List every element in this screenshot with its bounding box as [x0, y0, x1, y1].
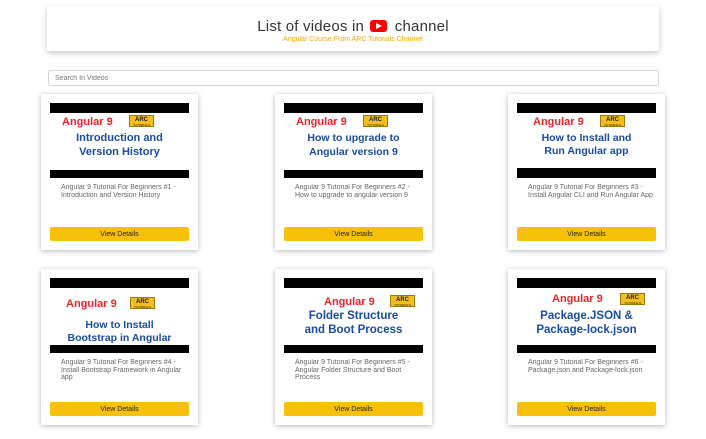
thumbnail-brand: Angular 9: [533, 116, 584, 128]
video-description: Angular 9 Tutorial For Beginners #6 - Pa…: [528, 359, 643, 374]
view-details-button[interactable]: View Details: [284, 402, 423, 416]
view-details-button[interactable]: View Details: [517, 402, 656, 416]
video-description: Angular 9 Tutorial For Beginners #3 - In…: [528, 184, 653, 199]
view-details-button[interactable]: View Details: [50, 227, 189, 241]
video-description: Angular 9 Tutorial For Beginners #2 - Ho…: [295, 184, 410, 199]
video-card: Angular 9 ARC TUTORIALS How to Install an…: [508, 94, 665, 250]
video-description: Angular 9 Tutorial For Beginners #1 - In…: [61, 184, 176, 199]
video-thumbnail[interactable]: Angular 9 ARC TUTORIALS Package.JSON & Pa…: [517, 278, 656, 353]
thumbnail-title-line: Angular version 9: [309, 146, 398, 158]
thumbnail-title-line: Bootstrap in Angular: [67, 332, 172, 344]
arc-logo: ARC TUTORIALS: [390, 295, 415, 307]
page-header: List of videos in channel Angular Course…: [47, 6, 659, 51]
video-thumbnail[interactable]: Angular 9 ARC TUTORIALS How to Install an…: [517, 103, 656, 178]
page-title: List of videos in channel: [47, 18, 659, 35]
page-title-text-start: List of videos in: [257, 18, 365, 35]
page-subtitle: Angular Course From ARC Tutorials Channe…: [283, 36, 423, 43]
video-card: Angular 9 ARC TUTORIALS How to upgrade to…: [275, 94, 432, 250]
search-input[interactable]: [48, 70, 659, 86]
arc-logo: ARC TUTORIALS: [600, 115, 625, 127]
thumbnail-title-line: and Boot Process: [304, 324, 403, 336]
video-card: Angular 9 ARC TUTORIALS Folder Structure …: [275, 269, 432, 425]
thumbnail-title-line: Run Angular app: [544, 145, 629, 157]
thumbnail-title-line: Version History: [79, 146, 160, 158]
thumbnail-title-line: Package.JSON &: [540, 310, 633, 322]
thumbnail-title-line: Introduction and: [76, 132, 163, 144]
thumbnail-title-line: Folder Structure: [308, 310, 399, 322]
page-title-text-end: channel: [394, 18, 449, 35]
view-details-button[interactable]: View Details: [50, 402, 189, 416]
youtube-icon: [370, 20, 388, 32]
thumbnail-title-line: How to Install and: [541, 132, 632, 144]
thumbnail-brand: Angular 9: [296, 116, 347, 128]
arc-logo: ARC TUTORIALS: [620, 293, 645, 305]
thumbnail-title-line: Package-lock.json: [536, 324, 637, 336]
thumbnail-brand: Angular 9: [324, 296, 375, 308]
arc-logo: ARC TUTORIALS: [129, 115, 154, 127]
video-description: Angular 9 Tutorial For Beginners #4 - In…: [61, 359, 182, 381]
video-thumbnail[interactable]: Angular 9 ARC TUTORIALS How to Install Bo…: [50, 278, 189, 353]
thumbnail-brand: Angular 9: [66, 298, 117, 310]
arc-logo: ARC TUTORIALS: [130, 297, 155, 309]
video-card: Angular 9 ARC TUTORIALS Package.JSON & Pa…: [508, 269, 665, 425]
video-description: Angular 9 Tutorial For Beginners #5 - An…: [295, 359, 410, 381]
thumbnail-brand: Angular 9: [62, 116, 113, 128]
arc-logo: ARC TUTORIALS: [363, 115, 388, 127]
video-thumbnail[interactable]: Angular 9 ARC TUTORIALS Folder Structure …: [284, 278, 423, 353]
video-card: Angular 9 ARC TUTORIALS Introduction and …: [41, 94, 198, 250]
view-details-button[interactable]: View Details: [284, 227, 423, 241]
thumbnail-brand: Angular 9: [552, 293, 603, 305]
video-thumbnail[interactable]: Angular 9 ARC TUTORIALS How to upgrade to…: [284, 103, 423, 178]
video-card: Angular 9 ARC TUTORIALS How to Install Bo…: [41, 269, 198, 425]
view-details-button[interactable]: View Details: [517, 227, 656, 241]
video-thumbnail[interactable]: Angular 9 ARC TUTORIALS Introduction and …: [50, 103, 189, 178]
thumbnail-title-line: How to upgrade to: [307, 132, 400, 144]
thumbnail-title-line: How to Install: [85, 319, 154, 331]
